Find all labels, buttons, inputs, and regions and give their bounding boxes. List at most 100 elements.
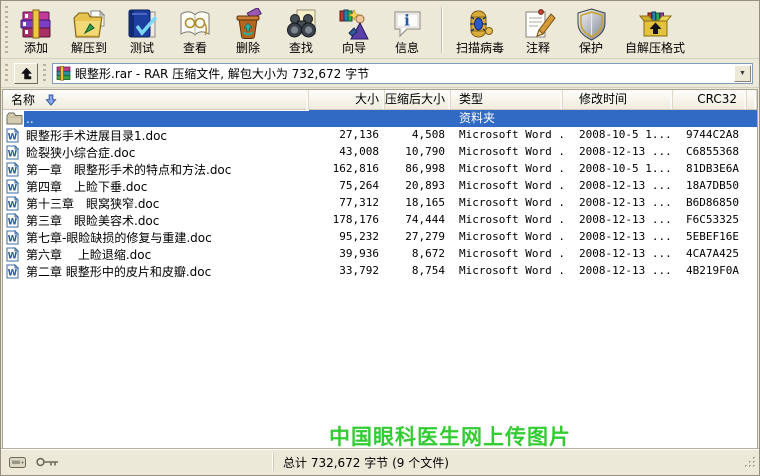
add-button[interactable]: 添加: [13, 4, 59, 57]
file-type: Microsoft Word ...: [451, 212, 563, 229]
file-size: 33,792: [309, 263, 385, 280]
test-archive-icon: [125, 6, 160, 41]
wizard-button-label: 向导: [342, 41, 366, 55]
file-packed: 4,508: [385, 127, 451, 144]
svg-text:W: W: [8, 150, 18, 160]
add-button-label: 添加: [24, 41, 48, 55]
file-name: 睑裂狭小综合症.doc: [24, 145, 138, 161]
word-doc-icon: W: [3, 229, 24, 246]
column-header-size[interactable]: 大小: [309, 90, 385, 109]
file-type: Microsoft Word ...: [451, 127, 563, 144]
word-doc-icon: W: [3, 263, 24, 280]
delete-icon: [231, 6, 266, 41]
file-size: 27,136: [309, 127, 385, 144]
archive-info-text: 眼整形.rar - RAR 压缩文件, 解包大小为 732,672 字节: [71, 65, 734, 82]
file-row[interactable]: W第六章 上睑退缩.doc 39,936 8,672 Microsoft Wor…: [3, 246, 757, 263]
file-modified: [563, 110, 673, 127]
test-button-label: 测试: [130, 41, 154, 55]
file-row[interactable]: W第十三章 眼窝狭窄.doc 77,312 18,165 Microsoft W…: [3, 195, 757, 212]
file-name: 第十三章 眼窝狭窄.doc: [24, 196, 162, 212]
toolbar-grip[interactable]: [5, 6, 8, 54]
wizard-button[interactable]: 向导: [331, 4, 377, 57]
file-crc: C6855368: [673, 144, 747, 161]
find-button[interactable]: 查找: [278, 4, 324, 57]
drive-icon[interactable]: [9, 457, 26, 468]
view-button[interactable]: 查看: [172, 4, 218, 57]
sfx-button[interactable]: 自解压格式: [621, 4, 689, 57]
svg-text:W: W: [8, 133, 18, 143]
add-archive-icon: [19, 6, 54, 41]
file-size: 75,264: [309, 178, 385, 195]
combo-grip[interactable]: [43, 64, 46, 84]
info-button[interactable]: i 信息: [384, 4, 430, 57]
file-crc: B6D86850: [673, 195, 747, 212]
file-row[interactable]: W第七章-眼睑缺损的修复与重建.doc 95,232 27,279 Micros…: [3, 229, 757, 246]
file-crc: 18A7DB50: [673, 178, 747, 195]
folder-icon: [3, 110, 24, 127]
file-type: Microsoft Word ...: [451, 161, 563, 178]
virus-scan-button[interactable]: 扫描病毒: [452, 4, 508, 57]
file-packed: 10,790: [385, 144, 451, 161]
file-modified: 2008-12-13 ...: [563, 246, 673, 263]
file-packed: 8,754: [385, 263, 451, 280]
comment-button[interactable]: 注释: [515, 4, 561, 57]
up-one-level-button[interactable]: [14, 63, 38, 84]
combobox-dropdown-button[interactable]: ▼: [734, 65, 751, 82]
column-header-name[interactable]: 名称: [3, 90, 309, 110]
file-type: Microsoft Word ...: [451, 178, 563, 195]
address-bar-grip[interactable]: [5, 64, 8, 84]
column-header-type[interactable]: 类型: [451, 90, 563, 109]
file-row[interactable]: W 眼整形手术进展目录1.doc 27,136 4,508 Microsoft W…: [3, 127, 757, 144]
file-row[interactable]: W第二章 眼整形中的皮片和皮瓣.doc 33,792 8,754 Microso…: [3, 263, 757, 280]
wizard-icon: [337, 6, 372, 41]
svg-text:W: W: [8, 269, 18, 279]
view-button-label: 查看: [183, 41, 207, 55]
word-doc-icon: W: [3, 144, 24, 161]
delete-button[interactable]: 删除: [225, 4, 271, 57]
protect-icon: [574, 6, 609, 41]
file-row[interactable]: W睑裂狭小综合症.doc 43,008 10,790 Microsoft Wor…: [3, 144, 757, 161]
resize-grip-icon[interactable]: [744, 454, 757, 473]
column-header-modified[interactable]: 修改时间: [563, 90, 673, 109]
file-name: 眼整形手术进展目录1.doc: [24, 128, 170, 144]
file-crc: 4CA7A425: [673, 246, 747, 263]
file-modified: 2008-12-13 ...: [563, 178, 673, 195]
file-crc: F6C53325: [673, 212, 747, 229]
file-row[interactable]: W第四章 上睑下垂.doc 75,264 20,893 Microsoft Wo…: [3, 178, 757, 195]
protect-button[interactable]: 保护: [568, 4, 614, 57]
protect-button-label: 保护: [579, 41, 603, 55]
file-name: 第四章 上睑下垂.doc: [24, 179, 150, 195]
file-crc: 4B219F0A: [673, 263, 747, 280]
file-packed: 8,672: [385, 246, 451, 263]
file-crc: 9744C2A8: [673, 127, 747, 144]
extract-to-button[interactable]: 解压到: [66, 4, 112, 57]
word-doc-icon: W: [3, 212, 24, 229]
svg-text:W: W: [8, 218, 18, 228]
column-header-crc32[interactable]: CRC32: [673, 90, 747, 109]
file-size: [309, 110, 385, 127]
svg-text:W: W: [8, 252, 18, 262]
archive-path-combobox[interactable]: 眼整形.rar - RAR 压缩文件, 解包大小为 732,672 字节 ▼: [52, 63, 753, 84]
comment-icon: [521, 6, 556, 41]
svg-text:W: W: [8, 235, 18, 245]
test-button[interactable]: 测试: [119, 4, 165, 57]
file-row[interactable]: W第三章 眼睑美容术.doc 178,176 74,444 Microsoft …: [3, 212, 757, 229]
parent-folder-row[interactable]: .. 资料夹: [3, 110, 757, 127]
column-header-packed[interactable]: 压缩后大小: [385, 90, 451, 109]
word-doc-icon: W: [3, 195, 24, 212]
extract-to-icon: [72, 6, 107, 41]
file-size: 77,312: [309, 195, 385, 212]
file-size: 178,176: [309, 212, 385, 229]
file-modified: 2008-12-13 ...: [563, 144, 673, 161]
svg-text:W: W: [8, 167, 18, 177]
toolbar: 添加 解压到 测试 查看 删除: [1, 1, 759, 59]
sort-descending-icon: [45, 94, 57, 106]
column-header-filler: [747, 90, 757, 109]
file-type: Microsoft Word ...: [451, 229, 563, 246]
key-icon[interactable]: [36, 457, 60, 467]
find-icon: [284, 6, 319, 41]
sfx-icon: [638, 6, 673, 41]
file-size: 162,816: [309, 161, 385, 178]
file-type: Microsoft Word ...: [451, 263, 563, 280]
file-row[interactable]: W第一章 眼整形手术的特点和方法.doc 162,816 86,998 Micr…: [3, 161, 757, 178]
